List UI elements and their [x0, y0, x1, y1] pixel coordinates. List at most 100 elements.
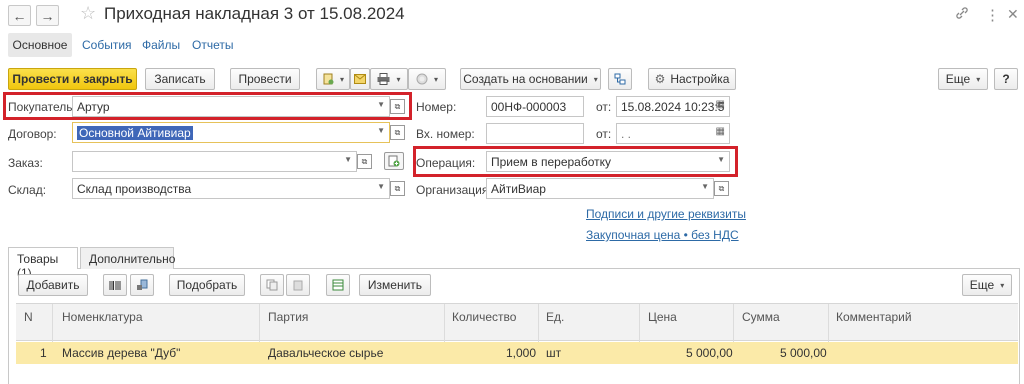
order-field[interactable]: ▼	[72, 151, 357, 172]
paste-row-button[interactable]	[286, 274, 310, 296]
chevron-down-icon: ▼	[344, 155, 352, 164]
organization-value: АйтиВиар	[491, 182, 546, 196]
more-vertical-icon[interactable]: ⋮	[985, 6, 1000, 24]
tab-files[interactable]: Файлы	[142, 38, 180, 52]
col-comment[interactable]: Комментарий	[836, 310, 912, 324]
highlight-box-buyer	[3, 92, 412, 120]
status-dropdown[interactable]: ▾	[408, 68, 446, 90]
warehouse-field[interactable]: Склад производства ▼	[72, 178, 390, 199]
add-document-icon	[388, 155, 400, 167]
more-dropdown[interactable]: Еще ▾	[938, 68, 988, 90]
create-based-on-label: Создать на основании	[463, 72, 588, 86]
in-date-from-label: от:	[596, 127, 612, 141]
more-label: Еще	[945, 72, 971, 86]
email-button[interactable]	[350, 68, 370, 90]
open-contract-button[interactable]: ⧉	[390, 125, 405, 140]
signatures-link[interactable]: Подписи и другие реквизиты	[586, 207, 746, 221]
in-date-field[interactable]: . . ▦	[616, 123, 730, 144]
table-header: N Номенклатура Партия Количество Ед. Цен…	[16, 303, 1018, 342]
warehouse-label: Склад:	[8, 183, 47, 197]
close-icon[interactable]: ✕	[1007, 6, 1019, 23]
tab-additional[interactable]: Дополнительно	[80, 247, 175, 269]
organization-field[interactable]: АйтиВиар ▼	[486, 178, 714, 199]
col-qty[interactable]: Количество	[452, 310, 516, 324]
add-row-button[interactable]: Добавить	[18, 274, 88, 296]
col-unit[interactable]: Ед.	[546, 310, 564, 324]
tab-goods[interactable]: Товары (1)	[8, 247, 78, 280]
open-organization-button[interactable]: ⧉	[714, 181, 729, 196]
envelope-icon	[354, 74, 366, 84]
highlight-box-operation	[413, 146, 738, 177]
scanner-icon	[137, 279, 148, 290]
open-order-button[interactable]: ⧉	[357, 154, 372, 169]
save-button[interactable]: Записать	[145, 68, 215, 90]
cell-batch: Давальческое сырье	[268, 346, 384, 360]
contract-label: Договор:	[8, 127, 57, 141]
arrow-left-icon: ←	[12, 7, 27, 24]
tab-main[interactable]: Основное	[8, 33, 72, 57]
open-card-icon: ⧉	[394, 127, 401, 137]
goods-more-label: Еще	[969, 278, 995, 292]
document-icon	[323, 73, 334, 85]
print-dropdown[interactable]: ▾	[370, 68, 408, 90]
table-settings-button[interactable]	[326, 274, 350, 296]
cell-item: Массив дерева "Дуб"	[62, 346, 181, 360]
contract-value: Основной Айтивиар	[77, 126, 193, 140]
open-card-icon: ⧉	[394, 183, 401, 193]
calendar-icon[interactable]: ▦	[716, 99, 725, 110]
organization-label: Организация:	[416, 183, 492, 197]
create-order-button[interactable]	[384, 152, 404, 170]
goods-more-dropdown[interactable]: Еще ▾	[962, 274, 1012, 296]
back-button[interactable]: ←	[8, 5, 31, 26]
barcode-button[interactable]	[103, 274, 127, 296]
number-field[interactable]: 00НФ-000003	[486, 96, 584, 117]
create-based-on-dropdown[interactable]: Создать на основании ▾	[460, 68, 601, 90]
date-field[interactable]: 15.08.2024 10:23:5 ▦	[616, 96, 730, 117]
col-item[interactable]: Номенклатура	[62, 310, 143, 324]
structure-icon	[614, 73, 626, 85]
pick-button[interactable]: Подобрать	[169, 274, 245, 296]
chevron-down-icon: ▼	[377, 182, 385, 191]
purchase-price-link[interactable]: Закупочная цена • без НДС	[586, 228, 739, 242]
settings-button[interactable]: ⚙ Настройка	[648, 68, 736, 90]
calendar-icon[interactable]: ▦	[716, 126, 725, 137]
tab-events[interactable]: События	[82, 38, 132, 52]
date-from-label: от:	[596, 100, 612, 114]
circle-status-icon	[416, 73, 428, 85]
structure-button[interactable]	[608, 68, 632, 90]
help-button[interactable]: ?	[994, 68, 1018, 90]
document-print-dropdown[interactable]: ▾	[316, 68, 350, 90]
open-warehouse-button[interactable]: ⧉	[390, 181, 405, 196]
table-icon	[332, 279, 344, 291]
open-card-icon: ⧉	[361, 156, 368, 166]
favorite-star-icon[interactable]: ☆	[80, 3, 96, 24]
link-icon[interactable]	[955, 6, 969, 23]
post-button[interactable]: Провести	[230, 68, 300, 90]
copy-icon	[266, 279, 278, 291]
scan-button[interactable]	[130, 274, 154, 296]
barcode-icon	[109, 280, 121, 290]
in-number-field[interactable]	[486, 123, 584, 144]
chain-link-icon	[956, 7, 968, 19]
page-title: Приходная накладная 3 от 15.08.2024	[104, 4, 405, 23]
contract-field[interactable]: Основной Айтивиар ▼	[72, 122, 390, 143]
col-batch[interactable]: Партия	[268, 310, 308, 324]
number-value: 00НФ-000003	[491, 100, 567, 114]
cell-n: 1	[40, 346, 47, 360]
post-and-close-button[interactable]: Провести и закрыть	[8, 68, 137, 90]
number-label: Номер:	[416, 100, 457, 114]
gear-icon: ⚙	[654, 72, 666, 86]
forward-button[interactable]: →	[36, 5, 59, 26]
col-sum[interactable]: Сумма	[742, 310, 780, 324]
copy-row-button[interactable]	[260, 274, 284, 296]
col-n[interactable]: N	[24, 310, 33, 324]
warehouse-value: Склад производства	[77, 182, 192, 196]
cell-sum: 5 000,00	[780, 346, 827, 360]
table-row[interactable]: 1 Массив дерева "Дуб" Давальческое сырье…	[16, 342, 1018, 364]
in-number-label: Вх. номер:	[416, 127, 475, 141]
date-value: 15.08.2024 10:23:5	[621, 100, 725, 114]
tab-reports[interactable]: Отчеты	[192, 38, 233, 52]
order-label: Заказ:	[8, 156, 43, 170]
col-price[interactable]: Цена	[648, 310, 677, 324]
change-button[interactable]: Изменить	[359, 274, 431, 296]
